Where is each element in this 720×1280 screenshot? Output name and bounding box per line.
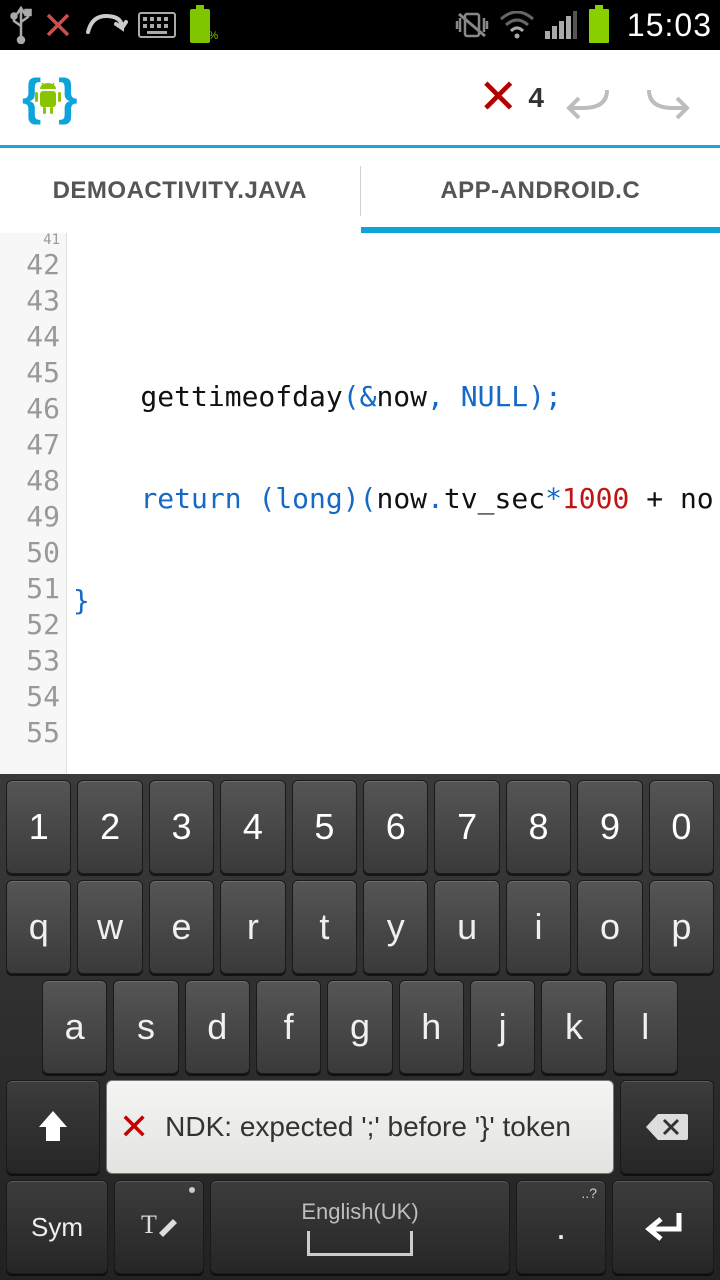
close-icon-status (44, 11, 72, 39)
text-input-icon: T (137, 1207, 181, 1247)
errors-button[interactable]: ✕ 4 (476, 63, 546, 133)
tab-app-android[interactable]: APP-ANDROID.C (361, 148, 720, 233)
key-h[interactable]: h (399, 980, 464, 1074)
key-4[interactable]: 4 (220, 780, 285, 874)
keyboard-row-numbers: 1 2 3 4 5 6 7 8 9 0 (2, 780, 718, 874)
key-backspace[interactable] (620, 1080, 714, 1174)
key-a[interactable]: a (42, 980, 107, 1074)
key-u[interactable]: u (434, 880, 499, 974)
signal-icon (545, 11, 577, 39)
app-logo-icon: { } (18, 68, 78, 128)
key-7[interactable]: 7 (434, 780, 499, 874)
app-action-bar: { } ✕ 4 (0, 50, 720, 148)
key-f[interactable]: f (256, 980, 321, 1074)
key-1[interactable]: 1 (6, 780, 71, 874)
redo-button[interactable] (632, 63, 702, 133)
key-d[interactable]: d (185, 980, 250, 1074)
key-e[interactable]: e (149, 880, 214, 974)
key-shift[interactable] (6, 1080, 100, 1174)
keyboard-row-suggestion: ✕ NDK: expected ';' before '}' token (2, 1080, 718, 1174)
battery-icon (587, 5, 611, 45)
key-q[interactable]: q (6, 880, 71, 974)
key-y[interactable]: y (363, 880, 428, 974)
key-0[interactable]: 0 (649, 780, 714, 874)
usb-icon (8, 6, 34, 44)
keyboard-row-qwerty: q w e r t y u i o p (2, 880, 718, 974)
backspace-icon (644, 1110, 690, 1144)
key-l[interactable]: l (613, 980, 678, 1074)
wifi-icon (499, 11, 535, 39)
svg-text:T: T (141, 1210, 157, 1239)
battery-saver-icon: 100% (186, 5, 218, 45)
key-5[interactable]: 5 (292, 780, 357, 874)
key-t[interactable]: t (292, 880, 357, 974)
key-8[interactable]: 8 (506, 780, 571, 874)
key-enter[interactable] (612, 1180, 714, 1274)
soft-keyboard: 1 2 3 4 5 6 7 8 9 0 q w e r t y u i o p … (0, 774, 720, 1280)
key-6[interactable]: 6 (363, 780, 428, 874)
error-count-label: 4 (528, 82, 544, 114)
vibrate-icon (455, 10, 489, 40)
status-clock: 15:03 (627, 7, 712, 44)
tab-label: DEMOACTIVITY.JAVA (53, 177, 307, 205)
shift-icon (33, 1107, 73, 1147)
keyboard-row-asdf: a s d f g h j k l (2, 980, 718, 1074)
line-number-gutter: 41 42 43 44 45 46 47 48 49 50 51 52 53 5… (0, 233, 67, 774)
code-content[interactable]: gettimeofday(&now, NULL); return (long)(… (67, 233, 720, 774)
space-bar-icon (307, 1231, 413, 1256)
key-g[interactable]: g (327, 980, 392, 1074)
key-i[interactable]: i (506, 880, 571, 974)
file-tabs: DEMOACTIVITY.JAVA APP-ANDROID.C (0, 148, 720, 233)
key-r[interactable]: r (220, 880, 285, 974)
enter-icon (639, 1207, 687, 1247)
key-sym[interactable]: Sym (6, 1180, 108, 1274)
key-o[interactable]: o (577, 880, 642, 974)
key-s[interactable]: s (113, 980, 178, 1074)
undo-button[interactable] (554, 63, 624, 133)
suggestion-bar[interactable]: ✕ NDK: expected ';' before '}' token (106, 1080, 614, 1174)
key-j[interactable]: j (470, 980, 535, 1074)
android-status-bar: 100% 15:03 (0, 0, 720, 50)
svg-text:{: { (22, 69, 41, 125)
key-3[interactable]: 3 (149, 780, 214, 874)
space-label: English(UK) (301, 1199, 418, 1225)
tab-demoactivity[interactable]: DEMOACTIVITY.JAVA (0, 148, 360, 233)
code-editor[interactable]: 41 42 43 44 45 46 47 48 49 50 51 52 53 5… (0, 233, 720, 774)
suggestion-error-icon: ✕ (119, 1106, 149, 1148)
key-input-mode[interactable]: T (114, 1180, 204, 1274)
key-2[interactable]: 2 (77, 780, 142, 874)
key-period[interactable]: . (516, 1180, 606, 1274)
keyboard-icon (138, 12, 176, 38)
suggestion-text: NDK: expected ';' before '}' token (165, 1111, 571, 1143)
tab-label: APP-ANDROID.C (440, 177, 640, 205)
key-space[interactable]: English(UK) (210, 1180, 510, 1274)
key-p[interactable]: p (649, 880, 714, 974)
key-k[interactable]: k (541, 980, 606, 1074)
key-w[interactable]: w (77, 880, 142, 974)
error-x-icon: ✕ (478, 74, 518, 122)
key-9[interactable]: 9 (577, 780, 642, 874)
sync-icon (82, 10, 128, 40)
keyboard-row-bottom: Sym T English(UK) . (2, 1180, 718, 1274)
